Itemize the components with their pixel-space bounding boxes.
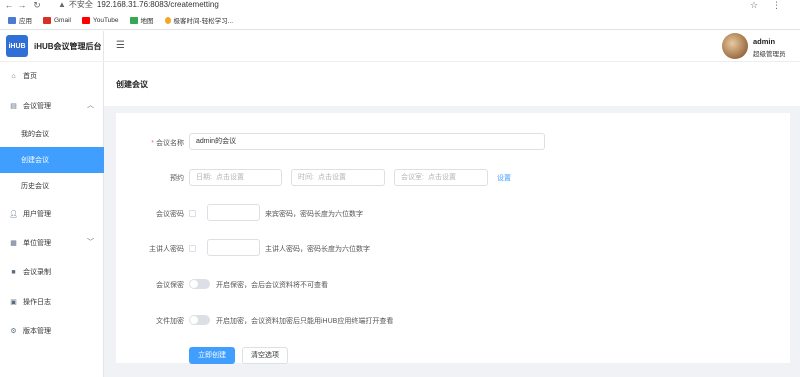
time-picker[interactable]: 时间: 点击设置 (291, 169, 385, 186)
password-hint: 来宾密码，密码长度为六位数字 (265, 211, 363, 218)
date-picker[interactable]: 日期: 点击设置 (189, 169, 282, 186)
chevron-down-icon: ﹀ (87, 239, 94, 246)
sidebar-item-logs[interactable]: ▣ 操作日志 (0, 289, 104, 315)
org-icon: ▦ (10, 240, 17, 247)
host-password-label: 主讲人密码 (149, 246, 184, 253)
version-icon: ⚙ (10, 328, 17, 335)
sidebar-item-my-meetings[interactable]: 我的会议 (0, 121, 104, 147)
meeting-icon: ▤ (10, 103, 17, 110)
app-logo[interactable]: iHUB iHUB会议管理后台 (0, 31, 104, 62)
bookmark-geektime[interactable]: 极客时间-轻松学习... (164, 15, 233, 25)
sidebar-item-recordings[interactable]: ■ 会议录制 (0, 259, 104, 285)
bookmark-apps[interactable]: 应用 (8, 15, 32, 25)
bookmarks-bar: 应用 Gmail YouTube 地图 极客时间-轻松学习... (0, 13, 800, 27)
url-text: 192.168.31.76:8083/createmetting (96, 0, 219, 9)
browser-chrome: ← → ↻ ▲ 不安全 192.168.31.76:8083/createmetti… (0, 0, 800, 30)
host-password-hint: 主讲人密码，密码长度为六位数字 (265, 246, 370, 253)
bookmark-star-icon[interactable]: ☆ (750, 0, 758, 10)
sidebar-item-home[interactable]: ⌂ 首页 (0, 63, 104, 89)
page-title-bar: 创建会议 (104, 62, 800, 106)
address-row: ← → ↻ ▲ 不安全 192.168.31.76:8083/createmetti… (0, 0, 800, 12)
room-picker[interactable]: 会议室: 点击设置 (394, 169, 488, 186)
appointment-label: 预约 (170, 175, 184, 182)
sidebar-item-versions[interactable]: ⚙ 版本管理 (0, 318, 104, 344)
encrypt-switch[interactable] (189, 315, 210, 325)
sidebar-item-meeting-management[interactable]: ▤ 会议管理 ︿ (0, 93, 104, 119)
password-input[interactable] (207, 204, 260, 221)
gmail-icon (43, 16, 51, 24)
logo-badge: iHUB (6, 35, 28, 57)
browser-menu-icon[interactable]: ⋮ (772, 0, 781, 10)
password-checkbox[interactable] (189, 210, 196, 217)
sidebar-item-history-meetings[interactable]: 历史会议 (0, 173, 104, 199)
home-icon: ⌂ (11, 72, 16, 80)
switch-knob (190, 316, 198, 324)
youtube-icon (81, 16, 90, 24)
sidebar-item-organizations[interactable]: ▦ 单位管理 ﹀ (0, 230, 104, 256)
password-label: 会议密码 (156, 211, 184, 218)
location-pin-icon (164, 16, 171, 24)
user-icon: 👤︎ (9, 211, 18, 218)
top-header: ☰ admin 超级管理员 (104, 31, 800, 62)
settings-link[interactable]: 设置 (497, 173, 511, 183)
user-name: admin (753, 37, 776, 46)
encrypt-hint: 开启加密，会议资料加密后只能用iHUB应用终端打开查看 (216, 318, 394, 325)
sidebar: iHUB iHUB会议管理后台 ⌂ 首页 ▤ 会议管理 ︿ 我的会议 创建会议 … (0, 31, 104, 377)
apps-grid-icon (8, 16, 16, 24)
chevron-up-icon: ︿ (87, 102, 94, 109)
encrypt-label: 文件加密 (156, 318, 184, 325)
clear-options-button[interactable]: 清空选项 (242, 347, 288, 364)
video-icon: ■ (11, 268, 16, 276)
maps-icon (129, 16, 138, 24)
avatar[interactable] (722, 33, 748, 59)
required-mark: * (151, 140, 154, 147)
sidebar-item-create-meeting[interactable]: 创建会议 (0, 147, 104, 173)
reload-icon[interactable]: ↻ (32, 0, 42, 10)
bookmark-maps[interactable]: 地图 (129, 15, 154, 25)
page-title: 创建会议 (116, 80, 148, 89)
forward-icon[interactable]: → (17, 0, 27, 10)
app-title: iHUB会议管理后台 (34, 41, 102, 51)
security-label: 不安全 (68, 0, 93, 9)
address-bar[interactable]: ▲ 不安全 192.168.31.76:8083/createmetting (58, 0, 219, 10)
create-now-button[interactable]: 立即创建 (189, 347, 235, 364)
switch-knob (190, 280, 198, 288)
bookmark-gmail[interactable]: Gmail (43, 16, 71, 24)
menu-fold-icon[interactable]: ☰ (116, 40, 125, 52)
back-icon[interactable]: ← (4, 0, 14, 10)
bookmark-youtube[interactable]: YouTube (81, 16, 119, 24)
meeting-name-label: * 会议名称 (151, 140, 184, 147)
confidential-label: 会议保密 (156, 282, 184, 289)
user-role: 超级管理员 (753, 51, 786, 58)
sidebar-item-users[interactable]: 👤︎ 用户管理 (0, 201, 104, 227)
confidential-hint: 开启保密，会后会议资料将不可查看 (216, 282, 328, 289)
log-icon: ▣ (10, 299, 17, 306)
host-password-input[interactable] (207, 239, 260, 256)
meeting-name-input[interactable]: admin的会议 (189, 133, 545, 150)
confidential-switch[interactable] (189, 279, 210, 289)
host-password-checkbox[interactable] (189, 245, 196, 252)
warning-icon: ▲ (58, 0, 66, 9)
